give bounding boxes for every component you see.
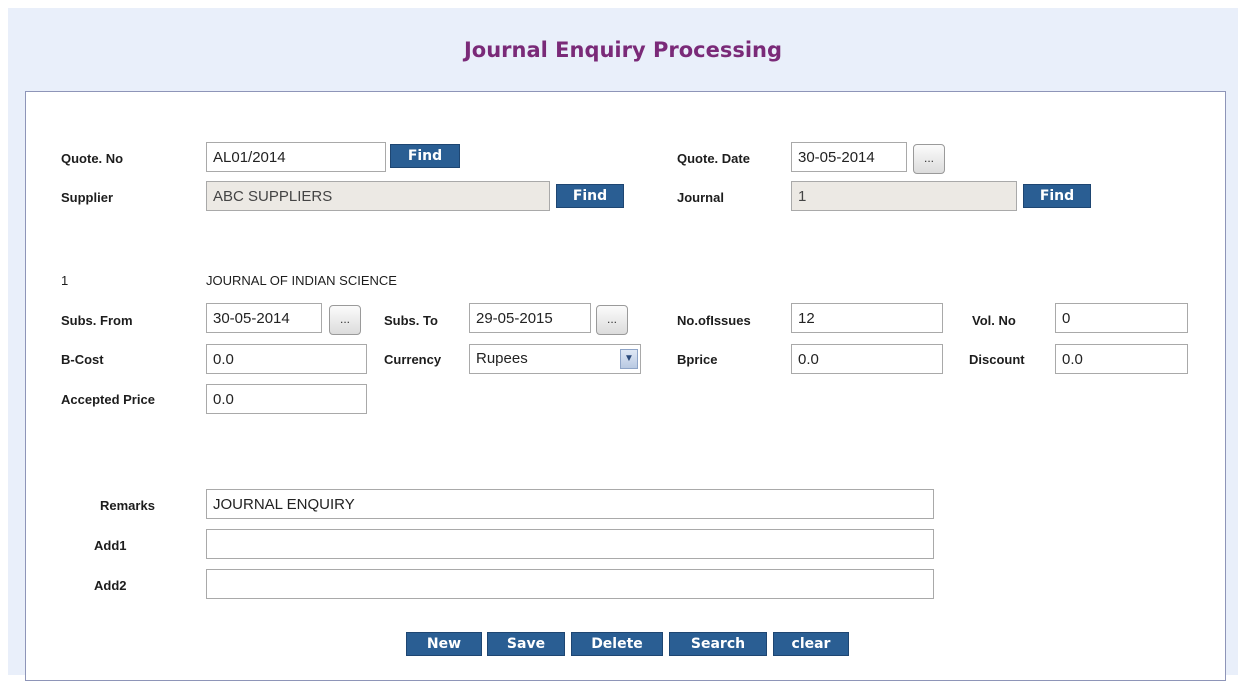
- quote-date-picker-button[interactable]: ...: [913, 144, 945, 174]
- find-quote-button[interactable]: Find: [390, 144, 460, 168]
- journal-name-text: JOURNAL OF INDIAN SCIENCE: [206, 273, 397, 288]
- quote-no-label: Quote. No: [61, 151, 124, 166]
- no-of-issues-input[interactable]: [791, 303, 943, 333]
- quote-date-input[interactable]: [791, 142, 907, 172]
- quote-no-input[interactable]: [206, 142, 386, 172]
- no-of-issues-label: No.ofIssues: [677, 313, 751, 328]
- currency-selected-value: Rupees: [476, 350, 528, 367]
- vol-no-input[interactable]: [1055, 303, 1188, 333]
- add2-input[interactable]: [206, 569, 934, 599]
- search-button[interactable]: Search: [669, 632, 767, 656]
- add1-label: Add1: [94, 538, 127, 553]
- bprice-label: Bprice: [677, 352, 718, 367]
- journal-label: Journal: [677, 190, 724, 205]
- vol-no-label: Vol. No: [972, 313, 1016, 328]
- supplier-input[interactable]: [206, 181, 550, 211]
- accepted-price-input[interactable]: [206, 384, 367, 414]
- remarks-input[interactable]: [206, 489, 934, 519]
- delete-button[interactable]: Delete: [571, 632, 663, 656]
- subs-to-label: Subs. To: [384, 313, 438, 328]
- currency-select[interactable]: Rupees ▼: [469, 344, 641, 374]
- find-supplier-button[interactable]: Find: [556, 184, 624, 208]
- add2-label: Add2: [94, 578, 127, 593]
- subs-from-label: Subs. From: [61, 313, 133, 328]
- new-button[interactable]: New: [406, 632, 482, 656]
- discount-label: Discount: [969, 352, 1025, 367]
- journal-input[interactable]: [791, 181, 1017, 211]
- subs-from-picker-button[interactable]: ...: [329, 305, 361, 335]
- discount-input[interactable]: [1055, 344, 1188, 374]
- form-panel: Quote. No Find Quote. Date ... Supplier …: [25, 91, 1226, 681]
- subs-to-picker-button[interactable]: ...: [596, 305, 628, 335]
- journal-id-text: 1: [61, 273, 69, 288]
- currency-label: Currency: [384, 352, 442, 367]
- accepted-price-label: Accepted Price: [61, 392, 155, 407]
- page-title: Journal Enquiry Processing: [463, 38, 783, 62]
- subs-from-input[interactable]: [206, 303, 322, 333]
- bprice-input[interactable]: [791, 344, 943, 374]
- quote-date-label: Quote. Date: [677, 151, 750, 166]
- find-journal-button[interactable]: Find: [1023, 184, 1091, 208]
- add1-input[interactable]: [206, 529, 934, 559]
- page-background: Journal Enquiry Processing Quote. No Fin…: [8, 8, 1238, 681]
- remarks-label: Remarks: [100, 498, 155, 513]
- b-cost-label: B-Cost: [61, 352, 104, 367]
- b-cost-input[interactable]: [206, 344, 367, 374]
- supplier-label: Supplier: [61, 190, 114, 205]
- chevron-down-icon[interactable]: ▼: [620, 349, 638, 369]
- save-button[interactable]: Save: [487, 632, 565, 656]
- clear-button[interactable]: clear: [773, 632, 849, 656]
- subs-to-input[interactable]: [469, 303, 591, 333]
